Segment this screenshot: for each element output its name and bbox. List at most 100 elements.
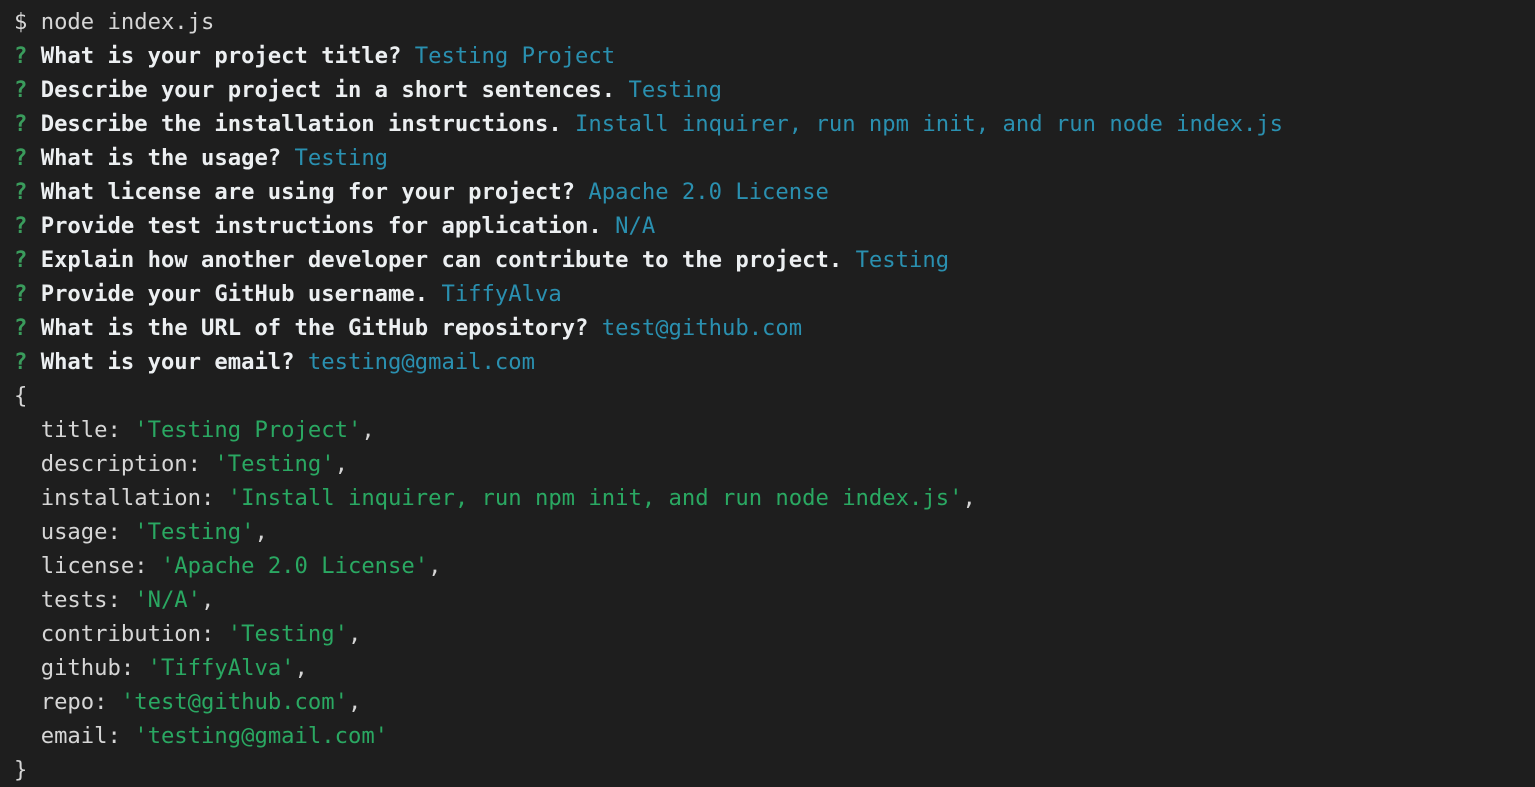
- object-entry-email: email: 'testing@gmail.com': [14, 719, 1535, 753]
- question-text: Describe the installation instructions.: [27, 111, 576, 137]
- object-value: 'Testing Project': [134, 417, 362, 443]
- object-comma: ,: [201, 587, 215, 613]
- object-value: 'TiffyAlva': [147, 655, 295, 681]
- object-comma: ,: [962, 485, 976, 511]
- answer-text: test@github.com: [601, 315, 803, 341]
- object-separator: :: [107, 417, 135, 443]
- question-marker-icon: ?: [14, 111, 28, 137]
- prompt-line-github: ? Provide your GitHub username. TiffyAlv…: [14, 277, 1535, 311]
- object-key: license: [40, 553, 135, 579]
- object-value: 'testing@gmail.com': [134, 723, 389, 749]
- object-value: 'Testing': [134, 519, 255, 545]
- question-marker-icon: ?: [14, 77, 28, 103]
- command-line: $ node index.js: [14, 5, 1535, 39]
- question-text: Provide test instructions for applicatio…: [27, 213, 616, 239]
- question-marker-icon: ?: [14, 179, 28, 205]
- prompt-line-email: ? What is your email? testing@gmail.com: [14, 345, 1535, 379]
- object-comma: ,: [428, 553, 442, 579]
- answer-text: Apache 2.0 License: [588, 179, 829, 205]
- object-entry-description: description: 'Testing',: [14, 447, 1535, 481]
- object-separator: :: [120, 655, 148, 681]
- object-separator: :: [187, 451, 215, 477]
- object-entry-tests: tests: 'N/A',: [14, 583, 1535, 617]
- object-comma: ,: [294, 655, 308, 681]
- object-separator: :: [94, 689, 121, 715]
- object-value: 'test@github.com': [120, 689, 348, 715]
- question-marker-icon: ?: [14, 213, 28, 239]
- object-key: description: [40, 451, 188, 477]
- answer-text: TiffyAlva: [441, 281, 562, 307]
- object-key: installation: [40, 485, 202, 511]
- object-separator: :: [107, 723, 135, 749]
- close-brace-text: }: [14, 757, 28, 783]
- object-key: title: [40, 417, 108, 443]
- object-entry-license: license: 'Apache 2.0 License',: [14, 549, 1535, 583]
- object-key: contribution: [40, 621, 202, 647]
- answer-text: Install inquirer, run npm init, and run …: [575, 111, 1284, 137]
- object-comma: ,: [347, 621, 362, 647]
- object-key: repo: [40, 689, 95, 715]
- object-indent: [14, 587, 41, 613]
- question-marker-icon: ?: [14, 43, 28, 69]
- prompt-line-tests: ? Provide test instructions for applicat…: [14, 209, 1535, 243]
- prompt-line-license: ? What license are using for your projec…: [14, 175, 1535, 209]
- object-value: 'Testing': [214, 451, 335, 477]
- object-indent: [14, 519, 41, 545]
- object-indent: [14, 723, 41, 749]
- open-brace-text: {: [14, 383, 28, 409]
- object-separator: :: [107, 587, 135, 613]
- question-text: What is the usage?: [27, 145, 295, 171]
- answer-text: Testing: [294, 145, 389, 171]
- question-text: What license are using for your project?: [27, 179, 589, 205]
- prompt-line-contribution: ? Explain how another developer can cont…: [14, 243, 1535, 277]
- object-indent: [14, 689, 41, 715]
- object-comma: ,: [254, 519, 268, 545]
- object-key: tests: [40, 587, 108, 613]
- object-entry-contribution: contribution: 'Testing',: [14, 617, 1535, 651]
- object-value: 'Testing': [227, 621, 348, 647]
- question-text: Explain how another developer can contri…: [27, 247, 856, 273]
- prompt-line-description: ? Describe your project in a short sente…: [14, 73, 1535, 107]
- object-value: 'N/A': [134, 587, 202, 613]
- question-marker-icon: ?: [14, 349, 28, 375]
- question-text: Describe your project in a short sentenc…: [27, 77, 629, 103]
- object-comma: ,: [334, 451, 348, 477]
- question-marker-icon: ?: [14, 281, 28, 307]
- object-value: 'Install inquirer, run npm init, and run…: [227, 485, 963, 511]
- prompt-line-installation: ? Describe the installation instructions…: [14, 107, 1535, 141]
- object-separator: :: [107, 519, 135, 545]
- answer-text: N/A: [615, 213, 656, 239]
- answer-text: Testing: [628, 77, 722, 103]
- object-entry-repo: repo: 'test@github.com',: [14, 685, 1535, 719]
- object-entry-installation: installation: 'Install inquirer, run npm…: [14, 481, 1535, 515]
- object-key: github: [40, 655, 121, 681]
- prompt-line-repo: ? What is the URL of the GitHub reposito…: [14, 311, 1535, 345]
- question-text: What is the URL of the GitHub repository…: [27, 315, 602, 341]
- object-value: 'Apache 2.0 License': [160, 553, 429, 579]
- object-indent: [14, 417, 41, 443]
- object-comma: ,: [347, 689, 362, 715]
- question-marker-icon: ?: [14, 315, 28, 341]
- shell-command-text: node index.js: [27, 9, 215, 35]
- question-text: Provide your GitHub username.: [27, 281, 442, 307]
- object-indent: [14, 621, 41, 647]
- answer-text: testing@gmail.com: [307, 349, 535, 375]
- object-separator: :: [201, 485, 228, 511]
- question-text: What is your email?: [27, 349, 308, 375]
- object-key: usage: [40, 519, 108, 545]
- terminal-window[interactable]: $ node index.js ? What is your project t…: [0, 0, 1535, 787]
- question-marker-icon: ?: [14, 247, 28, 273]
- terminal-screen[interactable]: $ node index.js ? What is your project t…: [0, 0, 1535, 787]
- object-entry-usage: usage: 'Testing',: [14, 515, 1535, 549]
- prompt-line-title: ? What is your project title? Testing Pr…: [14, 39, 1535, 73]
- object-open-brace: {: [14, 379, 1535, 413]
- answer-text: Testing: [855, 247, 950, 273]
- object-indent: [14, 485, 41, 511]
- question-text: What is your project title?: [27, 43, 415, 69]
- object-comma: ,: [361, 417, 375, 443]
- object-indent: [14, 451, 41, 477]
- prompt-line-usage: ? What is the usage? Testing: [14, 141, 1535, 175]
- object-separator: :: [201, 621, 228, 647]
- question-marker-icon: ?: [14, 145, 28, 171]
- shell-prompt-sigil: $: [14, 9, 28, 35]
